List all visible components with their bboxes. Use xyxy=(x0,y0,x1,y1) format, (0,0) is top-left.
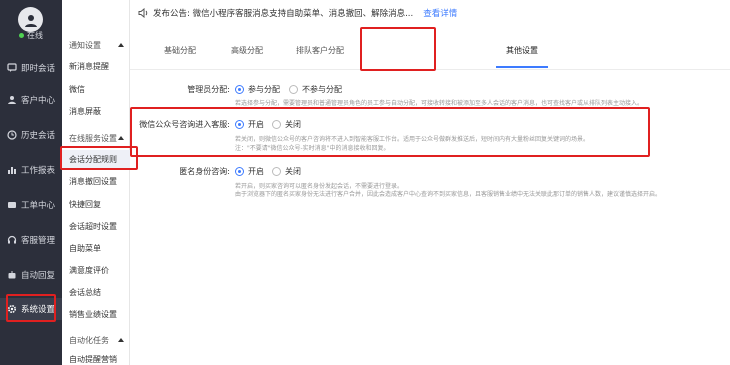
submenu-item-auto-reminder-marketing[interactable]: 自动提醒营销 xyxy=(62,350,130,365)
caret-up-icon xyxy=(118,338,124,342)
tab-queue-allocation[interactable]: 排队客户分配 xyxy=(296,45,344,56)
wechat-consult-on-radio[interactable]: 开启 xyxy=(235,119,264,130)
radio-checked-icon xyxy=(235,120,244,129)
anonymous-consult-on-radio[interactable]: 开启 xyxy=(235,166,264,177)
admin-allocation-label: 管理员分配: xyxy=(187,85,230,94)
submenu-item-sales-performance[interactable]: 销售业绩设置 xyxy=(62,305,130,325)
headset-icon xyxy=(7,235,17,244)
caret-up-icon xyxy=(118,136,124,140)
submenu-item-session-allocation-rules[interactable]: 会话分配规则 xyxy=(62,150,130,170)
user-avatar-icon xyxy=(24,14,37,27)
active-tab-indicator xyxy=(496,66,548,68)
bar-chart-icon xyxy=(8,167,16,174)
submenu-item-message-block[interactable]: 消息屏蔽 xyxy=(62,102,130,122)
submenu-group-online-service[interactable]: 在线服务设置 xyxy=(62,129,130,149)
tab-advanced-allocation[interactable]: 高级分配 xyxy=(231,45,263,56)
radio-checked-icon xyxy=(235,85,244,94)
radio-unchecked-icon xyxy=(272,120,281,129)
announcement-bar: 发布公告: 微信小程序客服消息支持自助菜单、消息撤回、解除消息... 查看详情 xyxy=(130,0,730,26)
chat-bubble-icon xyxy=(7,63,17,72)
avatar[interactable] xyxy=(18,7,43,32)
wechat-consult-label: 微信公众号咨询进入客服: xyxy=(139,120,230,129)
submenu-item-message-recall[interactable]: 消息撤回设置 xyxy=(62,172,130,192)
wechat-consult-note: 若关闭，则微信公众号的客户咨询将不进入到智能客服工作台。适用于公众号做群发推送后… xyxy=(235,136,590,143)
sidebar-item-ticket-center[interactable]: 工单中心 xyxy=(0,194,62,216)
sidebar-item-customer-center[interactable]: 客户中心 xyxy=(0,89,62,111)
ticket-icon xyxy=(8,202,16,208)
tab-other-settings[interactable]: 其他设置 xyxy=(506,45,538,56)
admin-participate-radio[interactable]: 参与分配 xyxy=(235,84,280,95)
clock-icon xyxy=(7,130,17,140)
submenu-item-quick-reply[interactable]: 快捷回复 xyxy=(62,195,130,215)
submenu-item-session-timeout[interactable]: 会话超时设置 xyxy=(62,217,130,237)
robot-icon xyxy=(8,271,16,279)
settings-submenu: 通知设置 新消息提醒 微信 消息屏蔽 在线服务设置 会话分配规则 消息撤回设置 … xyxy=(62,0,130,365)
sidebar-item-system-settings[interactable]: 系统设置 xyxy=(0,298,62,320)
radio-unchecked-icon xyxy=(289,85,298,94)
view-details-link[interactable]: 查看详情 xyxy=(423,7,457,19)
sidebar-item-history[interactable]: 历史会话 xyxy=(0,124,62,146)
admin-allocation-note: 若选择参与分配，需要管理员和普通管理员角色的员工参与自动分配，可接收转接和被添加… xyxy=(235,100,644,107)
anonymous-consult-note-2: 由于浏览器下的匿名买家身份无法进行客户合并，因此会造成客户中心查询不到买家信息，… xyxy=(235,191,662,198)
online-status: 在线 xyxy=(0,30,62,41)
sidebar-item-auto-reply[interactable]: 自动回复 xyxy=(0,264,62,286)
submenu-item-self-service-menu[interactable]: 自助菜单 xyxy=(62,239,130,259)
main-sidebar: 在线 即时会话 客户中心 历史会话 工作报表 工单中心 客服管理 自动回复 系统… xyxy=(0,0,62,365)
wechat-consult-off-radio[interactable]: 关闭 xyxy=(272,119,301,130)
online-dot-icon xyxy=(19,33,24,38)
radio-unchecked-icon xyxy=(272,167,281,176)
allocation-tabs: 基础分配 高级分配 排队客户分配 其他设置 xyxy=(130,26,730,70)
submenu-item-wechat[interactable]: 微信 xyxy=(62,80,130,100)
submenu-item-satisfaction-rating[interactable]: 满意度评价 xyxy=(62,261,130,281)
submenu-group-notification[interactable]: 通知设置 xyxy=(62,36,130,56)
wechat-consult-note-2: 注："不要请"微信公众号-实时消息"中的消息接收和回复。 xyxy=(235,145,390,152)
anonymous-consult-label: 匿名身份咨询: xyxy=(179,167,230,176)
submenu-group-automation[interactable]: 自动化任务 xyxy=(62,331,130,351)
user-icon xyxy=(8,96,16,104)
radio-checked-icon xyxy=(235,167,244,176)
caret-up-icon xyxy=(118,43,124,47)
sidebar-item-agent-management[interactable]: 客服管理 xyxy=(0,229,62,251)
anonymous-consult-off-radio[interactable]: 关闭 xyxy=(272,166,301,177)
app-window: 在线 即时会话 客户中心 历史会话 工作报表 工单中心 客服管理 自动回复 系统… xyxy=(0,0,730,365)
speaker-icon xyxy=(138,8,148,18)
announcement-text: 发布公告: 微信小程序客服消息支持自助菜单、消息撤回、解除消息... xyxy=(153,9,414,19)
sidebar-item-work-report[interactable]: 工作报表 xyxy=(0,159,62,181)
submenu-item-session-summary[interactable]: 会话总结 xyxy=(62,283,130,303)
sidebar-item-instant-chat[interactable]: 即时会话 xyxy=(0,57,62,79)
gear-icon xyxy=(7,304,17,314)
admin-not-participate-radio[interactable]: 不参与分配 xyxy=(289,84,342,95)
submenu-item-new-message-alert[interactable]: 新消息提醒 xyxy=(62,57,130,77)
highlight-wechat-consult-row xyxy=(130,107,650,157)
tab-basic-allocation[interactable]: 基础分配 xyxy=(164,45,196,56)
